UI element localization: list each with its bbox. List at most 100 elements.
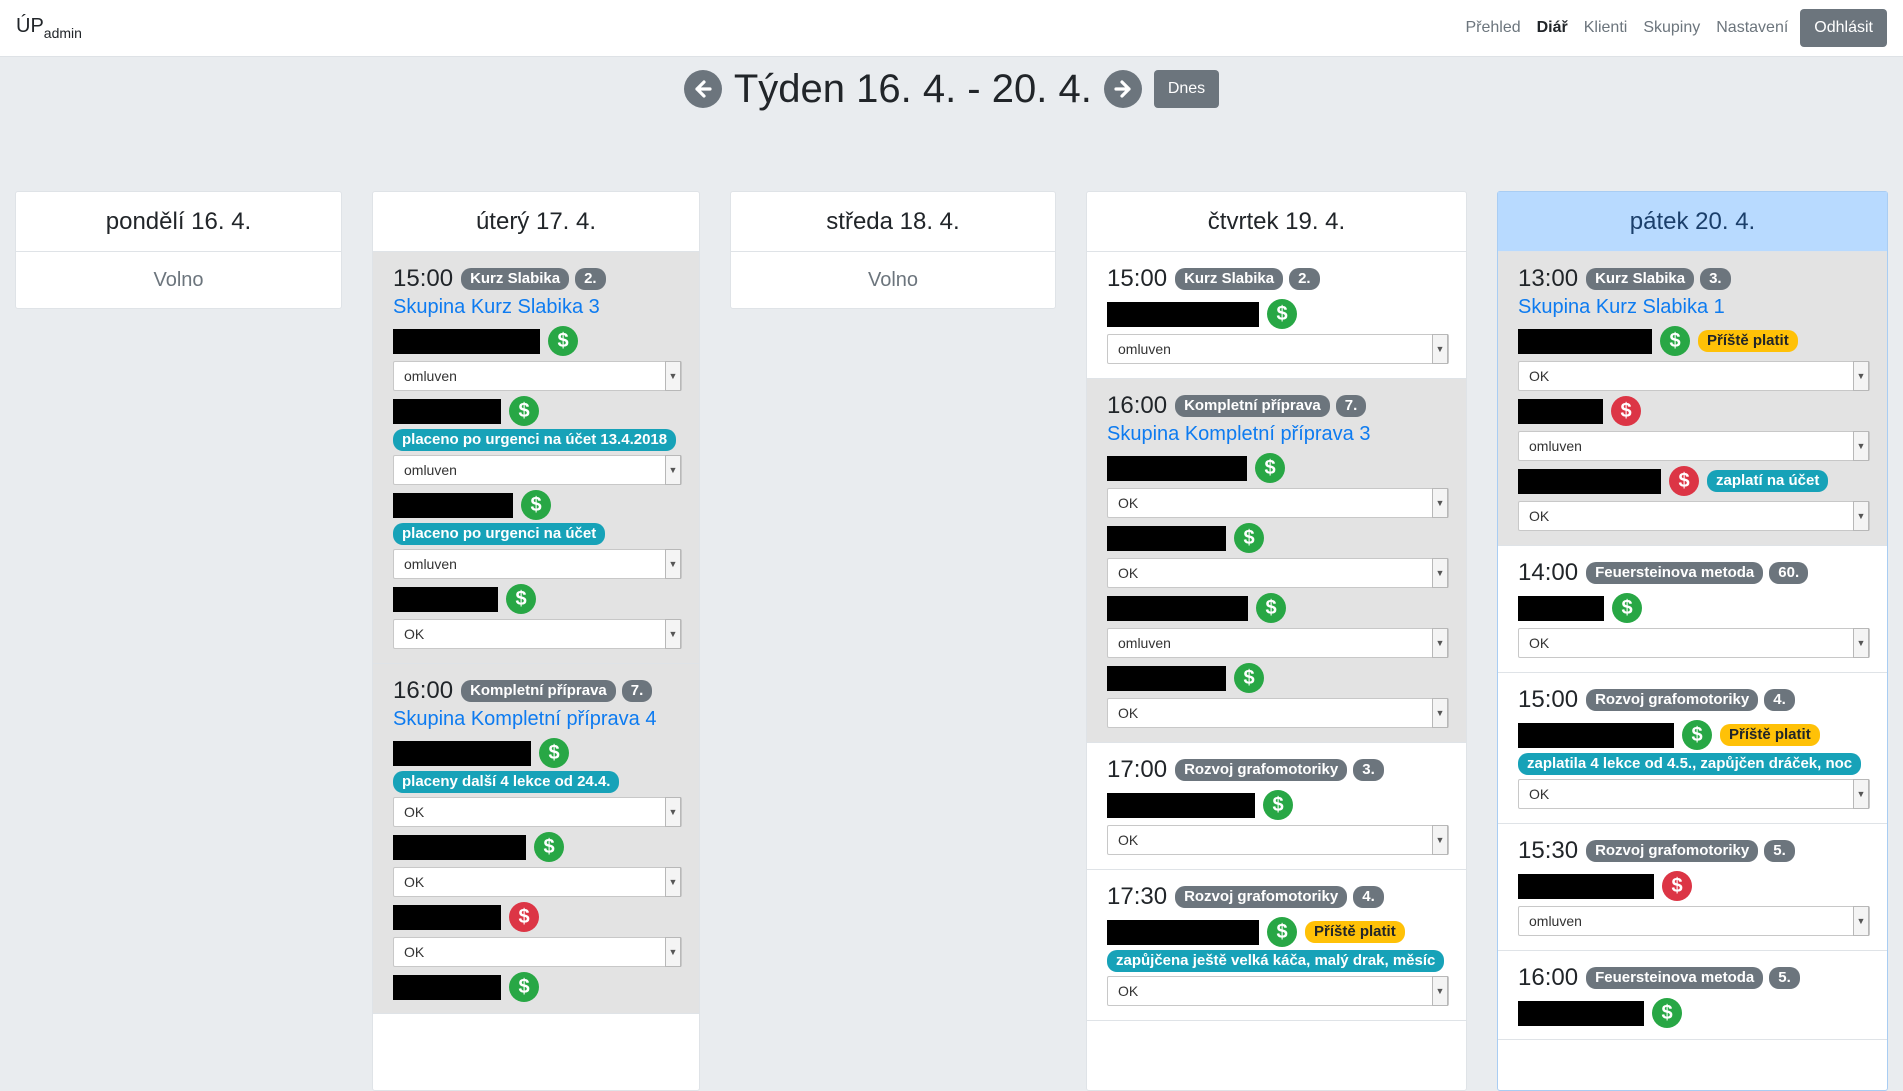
day-header: středa 18. 4. — [731, 192, 1055, 252]
attendance-select[interactable]: OK ▼ — [1107, 698, 1449, 728]
group-link[interactable]: Skupina Kompletní příprava 4 — [393, 708, 682, 731]
dollar-icon[interactable]: $ — [1255, 453, 1285, 483]
dollar-icon[interactable]: $ — [521, 490, 551, 520]
nav-klienti[interactable]: Klienti — [1576, 11, 1636, 45]
event-card: 16:00 Kompletní příprava 7. Skupina Komp… — [373, 664, 699, 1014]
course-badge: Feuersteinova metoda — [1586, 562, 1764, 584]
arrow-left-icon[interactable] — [683, 70, 722, 108]
attendance-select[interactable]: OK ▼ — [1518, 361, 1870, 391]
group-link[interactable]: Skupina Kurz Slabika 3 — [393, 296, 682, 319]
dollar-icon[interactable]: $ — [1682, 720, 1712, 750]
dollar-icon[interactable]: $ — [509, 902, 539, 932]
attendance-select[interactable]: OK ▼ — [1518, 501, 1870, 531]
event-time: 17:30 — [1107, 883, 1168, 910]
attendee-row: $ — [1518, 395, 1870, 427]
redacted-name — [1518, 398, 1603, 424]
payment-note-badge: zaplatila 4 lekce od 4.5., zapůjčen dráč… — [1518, 753, 1862, 775]
attendance-select[interactable]: OK ▼ — [393, 867, 682, 897]
dollar-icon[interactable]: $ — [506, 584, 536, 614]
attendance-select[interactable]: OK ▼ — [393, 619, 682, 649]
event-card: 15:00 Kurz Slabika 2. $ omluven ▼ — [1087, 252, 1466, 379]
attendance-select[interactable]: OK ▼ — [393, 937, 682, 967]
day-header: pondělí 16. 4. — [16, 192, 341, 252]
redacted-name — [1107, 665, 1226, 691]
payment-note-badge: placeny další 4 lekce od 24.4. — [393, 771, 620, 793]
attendance-select[interactable]: omluven ▼ — [393, 455, 682, 485]
attendee-row: $ — [1107, 592, 1449, 624]
attendance-select[interactable]: OK ▼ — [393, 797, 682, 827]
attendance-select[interactable]: OK ▼ — [1518, 779, 1870, 809]
dollar-icon[interactable]: $ — [1662, 871, 1692, 901]
attendee-row: $ — [1518, 870, 1870, 902]
dollar-icon[interactable]: $ — [1267, 299, 1297, 329]
event-time: 16:00 — [1518, 964, 1579, 991]
dollar-icon[interactable]: $ — [1234, 663, 1264, 693]
brand-main: ÚP — [16, 15, 44, 37]
redacted-name — [1518, 595, 1604, 621]
attendance-select[interactable]: omluven ▼ — [1107, 334, 1449, 364]
redacted-name — [1107, 595, 1248, 621]
today-button[interactable]: Dnes — [1153, 70, 1220, 108]
dollar-icon[interactable]: $ — [1234, 523, 1264, 553]
arrow-right-icon[interactable] — [1103, 70, 1142, 108]
nav-skupiny[interactable]: Skupiny — [1635, 11, 1708, 45]
lesson-number-badge: 4. — [1353, 886, 1384, 908]
dollar-icon[interactable]: $ — [534, 832, 564, 862]
attendee-row: $ — [393, 737, 682, 769]
attendance-select[interactable]: OK ▼ — [1518, 628, 1870, 658]
payment-note-badge: placeno po urgenci na účet — [393, 523, 606, 545]
brand-logo[interactable]: ÚPadmin — [16, 15, 82, 41]
lesson-number-badge: 7. — [621, 680, 653, 702]
course-badge: Rozvoj grafomotoriky — [1175, 759, 1348, 781]
dollar-icon[interactable]: $ — [1612, 593, 1642, 623]
course-badge: Rozvoj grafomotoriky — [1175, 886, 1348, 908]
attendance-select[interactable]: OK ▼ — [1107, 976, 1449, 1006]
attendee-row: $ zaplatí na účet — [1518, 465, 1870, 497]
attendance-select[interactable]: omluven ▼ — [1107, 628, 1449, 658]
pay-next-badge: Příště platit — [1305, 921, 1405, 943]
lesson-number-badge: 3. — [1353, 759, 1384, 781]
dollar-icon[interactable]: $ — [1652, 998, 1682, 1028]
logout-button[interactable]: Odhlásit — [1800, 9, 1887, 47]
lesson-number-badge: 4. — [1764, 689, 1795, 711]
payment-note-badge: zapůjčena ještě velká káča, malý drak, m… — [1107, 950, 1445, 972]
attendance-select[interactable]: omluven ▼ — [1518, 431, 1870, 461]
attendee-row: $ — [393, 325, 682, 357]
attendance-select[interactable]: omluven ▼ — [1518, 906, 1870, 936]
day-column-friday: pátek 20. 4. 13:00 Kurz Slabika 3. Skupi… — [1497, 191, 1888, 1091]
group-link[interactable]: Skupina Kompletní příprava 3 — [1107, 423, 1449, 446]
dollar-icon[interactable]: $ — [1256, 593, 1286, 623]
nav-nastaveni[interactable]: Nastavení — [1708, 11, 1796, 45]
redacted-name — [1518, 1000, 1644, 1026]
dollar-icon[interactable]: $ — [539, 738, 569, 768]
nav-diar[interactable]: Diář — [1529, 11, 1576, 45]
nav-prehled[interactable]: Přehled — [1457, 11, 1528, 45]
dollar-icon[interactable]: $ — [1669, 466, 1699, 496]
dollar-icon[interactable]: $ — [1611, 396, 1641, 426]
attendance-select[interactable]: OK ▼ — [1107, 558, 1449, 588]
attendance-select[interactable]: omluven ▼ — [393, 549, 682, 579]
redacted-name — [1107, 919, 1259, 945]
dollar-icon[interactable]: $ — [1267, 917, 1297, 947]
redacted-name — [1107, 525, 1226, 551]
redacted-name — [393, 834, 526, 860]
attendance-select[interactable]: omluven ▼ — [393, 361, 682, 391]
attendance-select[interactable]: OK ▼ — [1107, 488, 1449, 518]
course-badge: Kurz Slabika — [1586, 268, 1695, 290]
attendee-row: $ — [1107, 298, 1449, 330]
event-time: 15:00 — [393, 265, 454, 292]
dollar-icon[interactable]: $ — [1263, 790, 1293, 820]
dollar-icon[interactable]: $ — [509, 972, 539, 1002]
redacted-name — [1107, 455, 1247, 481]
dollar-icon[interactable]: $ — [548, 326, 578, 356]
group-link[interactable]: Skupina Kurz Slabika 1 — [1518, 296, 1870, 319]
event-card: 15:30 Rozvoj grafomotoriky 5. $ omluven ▼ — [1498, 824, 1887, 951]
course-badge: Rozvoj grafomotoriky — [1586, 840, 1759, 862]
attendance-select[interactable]: OK ▼ — [1107, 825, 1449, 855]
course-badge: Kompletní příprava — [461, 680, 616, 702]
day-column-monday: pondělí 16. 4. Volno — [15, 191, 342, 309]
course-badge: Kurz Slabika — [1175, 268, 1284, 290]
event-card: 15:00 Kurz Slabika 2. Skupina Kurz Slabi… — [373, 252, 699, 664]
dollar-icon[interactable]: $ — [509, 396, 539, 426]
dollar-icon[interactable]: $ — [1660, 326, 1690, 356]
